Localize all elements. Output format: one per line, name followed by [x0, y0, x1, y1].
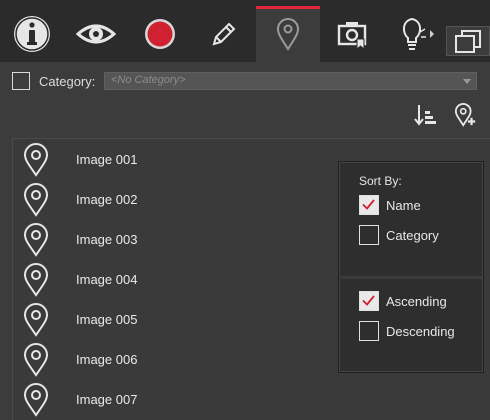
pencil-icon: [212, 22, 236, 46]
sort-descending-checkbox[interactable]: [359, 321, 379, 341]
sort-descending-option[interactable]: Descending: [359, 321, 479, 343]
chevron-down-icon: [463, 79, 471, 84]
list-item-label: Image 004: [76, 272, 138, 287]
list-item-label: Image 001: [76, 152, 138, 167]
tab-info[interactable]: [0, 6, 64, 62]
category-row: Category: <No Category>: [12, 71, 482, 93]
list-item[interactable]: Image 003: [23, 223, 323, 257]
list-item-label: Image 002: [76, 192, 138, 207]
list-item-label: Image 006: [76, 352, 138, 367]
list-item[interactable]: Image 004: [23, 263, 323, 297]
category-label: Category:: [39, 74, 96, 89]
list-item-label: Image 005: [76, 312, 138, 327]
eye-icon: [76, 24, 116, 44]
category-select[interactable]: <No Category>: [104, 72, 477, 90]
list-item[interactable]: Image 005: [23, 303, 323, 337]
sort-by-name-label: Name: [386, 198, 421, 213]
sort-by-category-option[interactable]: Category: [359, 225, 479, 247]
add-location-button[interactable]: [454, 103, 478, 127]
category-checkbox[interactable]: [12, 72, 30, 90]
list-item-label: Image 003: [76, 232, 138, 247]
lightbulb-icon: [402, 17, 434, 50]
location-pin-icon: [23, 303, 49, 337]
list-item[interactable]: Image 002: [23, 183, 323, 217]
record-icon: [145, 19, 175, 49]
location-pin-icon: [23, 143, 49, 177]
sort-by-name-checkbox[interactable]: [359, 195, 379, 215]
add-location-pin-icon: [454, 103, 476, 127]
tab-view[interactable]: [64, 6, 128, 62]
location-pin-icon: [23, 263, 49, 297]
sort-by-category-label: Category: [386, 228, 439, 243]
tab-lighting[interactable]: [384, 6, 448, 62]
sort-ascending-checkbox[interactable]: [359, 291, 379, 311]
popup-divider: [339, 276, 483, 279]
sort-by-title: Sort By:: [359, 174, 402, 188]
top-toolbar: [0, 0, 490, 62]
list-item[interactable]: Image 007: [23, 383, 323, 417]
sort-button[interactable]: [414, 103, 438, 127]
tab-locations[interactable]: [256, 6, 320, 62]
checkmark-icon: [362, 199, 375, 210]
tab-record[interactable]: [128, 6, 192, 62]
list-item[interactable]: Image 001: [23, 143, 323, 177]
sort-by-name-option[interactable]: Name: [359, 195, 479, 217]
list-item[interactable]: Image 006: [23, 343, 323, 377]
sort-descending-label: Descending: [386, 324, 455, 339]
window-restore-button[interactable]: [446, 26, 490, 56]
tab-snapshots[interactable]: [320, 6, 384, 62]
location-pin-icon: [23, 223, 49, 257]
sort-ascending-option[interactable]: Ascending: [359, 291, 479, 313]
checkmark-icon: [362, 295, 375, 306]
sort-by-category-checkbox[interactable]: [359, 225, 379, 245]
sort-ascending-label: Ascending: [386, 294, 447, 309]
sort-popup: Sort By: Name Category Ascending Descend…: [338, 161, 484, 373]
location-pin-icon: [23, 183, 49, 217]
tab-annotate[interactable]: [192, 6, 256, 62]
sort-list-icon: [414, 105, 436, 126]
list-item-label: Image 007: [76, 392, 138, 407]
camera-bookmark-icon: [337, 22, 367, 50]
category-select-value: <No Category>: [111, 74, 186, 86]
location-pin-icon: [23, 383, 49, 417]
info-icon: [14, 16, 50, 52]
window-restore-icon: [455, 30, 481, 53]
location-pin-icon: [23, 343, 49, 377]
location-pin-icon: [276, 18, 300, 51]
